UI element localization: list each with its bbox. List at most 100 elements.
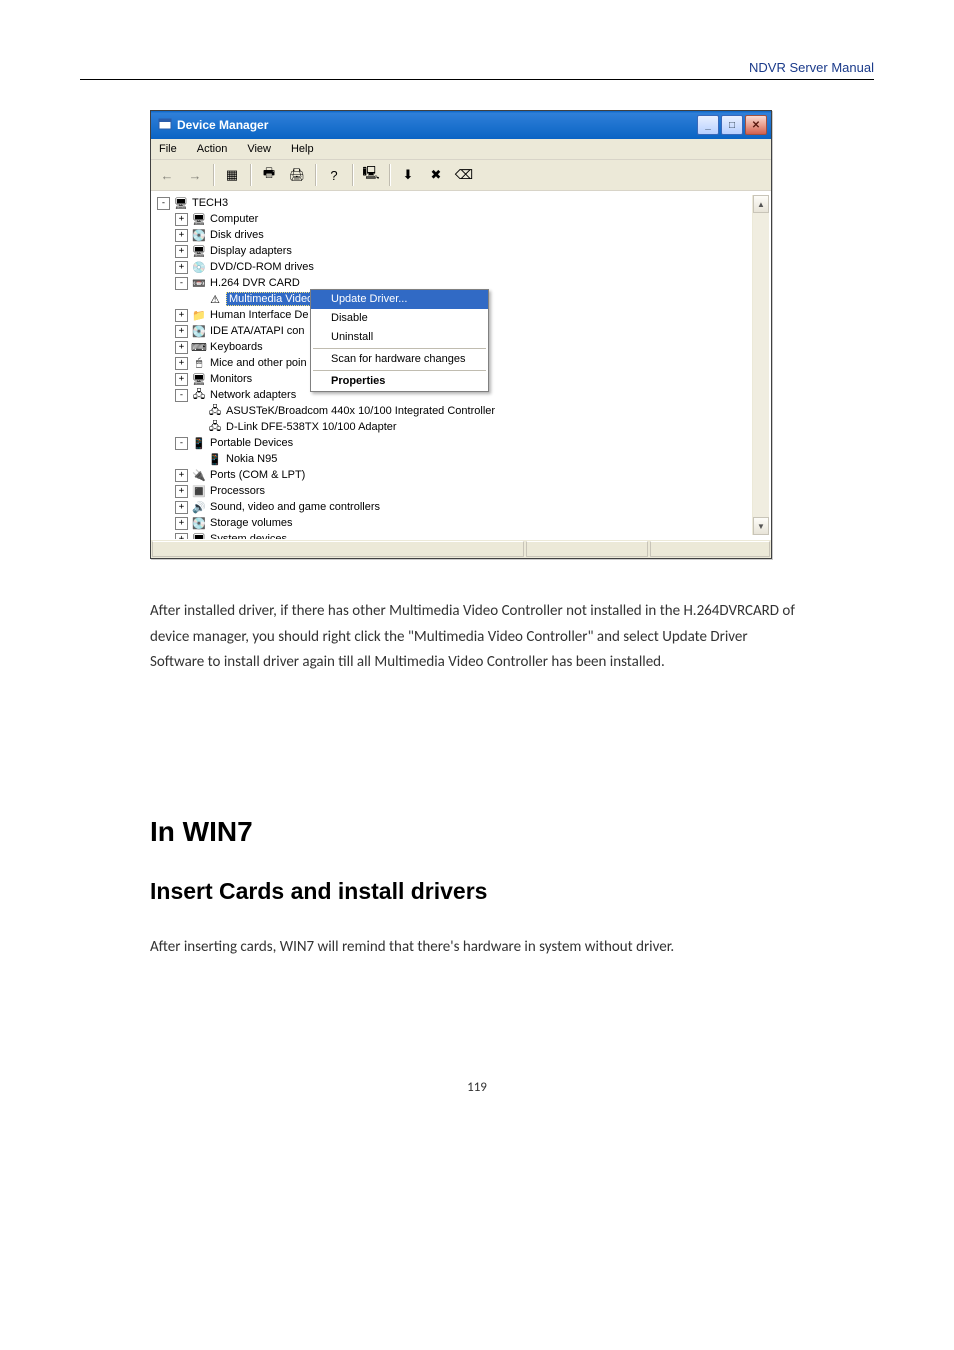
expand-toggle — [193, 454, 204, 465]
help-icon[interactable]: ? — [322, 163, 346, 187]
paragraph-1: After installed driver, if there has oth… — [150, 599, 804, 676]
expand-toggle[interactable]: + — [175, 533, 188, 540]
node-icon: 📁 — [191, 308, 207, 322]
menu-view[interactable]: View — [243, 141, 275, 157]
expand-toggle[interactable]: + — [175, 245, 188, 258]
context-item[interactable]: Uninstall — [311, 328, 488, 347]
node-label: Human Interface De — [210, 309, 308, 321]
expand-toggle — [193, 422, 204, 433]
toolbar: ←→ ▦ 🖶🖨? 🖳 ⬇✖⌫ — [151, 160, 771, 191]
print-icon[interactable]: 🖶 — [257, 163, 281, 187]
expand-toggle[interactable]: + — [175, 309, 188, 322]
device-tree[interactable]: - 🖥 TECH3 +🖥Computer+💽Disk drives+🖥Displ… — [155, 195, 752, 535]
tree-node[interactable]: +🔳Processors — [155, 483, 752, 499]
forward-icon: → — [183, 163, 207, 187]
expand-toggle[interactable]: + — [175, 469, 188, 482]
titlebar[interactable]: Device Manager _ □ ✕ — [151, 111, 771, 139]
context-item[interactable]: Properties — [311, 372, 488, 391]
device-manager-window: Device Manager _ □ ✕ File Action View He… — [150, 110, 772, 559]
context-divider — [313, 348, 486, 349]
tree-node[interactable]: 📱Nokia N95 — [155, 451, 752, 467]
node-label: Sound, video and game controllers — [210, 501, 380, 513]
expand-toggle[interactable]: - — [175, 437, 188, 450]
menu-action[interactable]: Action — [193, 141, 232, 157]
node-icon: 📱 — [207, 452, 223, 466]
print2-icon[interactable]: 🖨 — [285, 163, 309, 187]
tree-node[interactable]: +🖥Computer — [155, 211, 752, 227]
minimize-button[interactable]: _ — [697, 115, 719, 135]
context-item[interactable]: Scan for hardware changes — [311, 350, 488, 369]
statusbar — [151, 539, 771, 558]
node-label: Disk drives — [210, 229, 264, 241]
expand-toggle[interactable]: + — [175, 485, 188, 498]
toolbar-separator — [352, 164, 353, 186]
tree-node[interactable]: +💿DVD/CD-ROM drives — [155, 259, 752, 275]
context-item[interactable]: Disable — [311, 309, 488, 328]
expand-toggle — [193, 406, 204, 417]
expand-toggle[interactable]: + — [175, 213, 188, 226]
node-label: Display adapters — [210, 245, 292, 257]
node-label: Nokia N95 — [226, 453, 277, 465]
node-icon: ⚠ — [207, 292, 223, 306]
expand-toggle[interactable]: - — [175, 389, 188, 402]
node-label: System devices — [210, 533, 287, 539]
expand-toggle[interactable]: + — [175, 261, 188, 274]
scrollbar[interactable]: ▲ ▼ — [752, 195, 769, 535]
node-icon: 🖥 — [191, 212, 207, 226]
tree-node[interactable]: -📱Portable Devices — [155, 435, 752, 451]
paragraph-2: After inserting cards, WIN7 will remind … — [150, 935, 804, 961]
expand-toggle[interactable]: + — [175, 357, 188, 370]
expand-toggle[interactable]: - — [157, 197, 170, 210]
node-icon: 🖥 — [191, 372, 207, 386]
disable-icon[interactable]: ✖ — [424, 163, 448, 187]
expand-toggle[interactable]: + — [175, 229, 188, 242]
root-label: TECH3 — [192, 197, 228, 209]
context-item[interactable]: Update Driver... — [311, 290, 488, 309]
node-icon: 💽 — [191, 324, 207, 338]
node-icon: 💿 — [191, 260, 207, 274]
expand-toggle — [193, 294, 204, 305]
toolbar-separator — [389, 164, 390, 186]
toolbar-separator — [213, 164, 214, 186]
expand-toggle[interactable]: - — [175, 277, 188, 290]
heading-win7: In WIN7 — [150, 816, 804, 848]
node-icon: 🖥 — [191, 532, 207, 539]
scroll-up-icon[interactable]: ▲ — [753, 195, 769, 213]
tree-node[interactable]: +💽Storage volumes — [155, 515, 752, 531]
expand-toggle[interactable]: + — [175, 517, 188, 530]
scan-icon[interactable]: 🖳 — [359, 163, 383, 187]
tree-node[interactable]: 🖧ASUSTeK/Broadcom 440x 10/100 Integrated… — [155, 403, 752, 419]
scroll-down-icon[interactable]: ▼ — [753, 517, 769, 535]
node-label: Mice and other poin — [210, 357, 307, 369]
menu-help[interactable]: Help — [287, 141, 318, 157]
node-label: DVD/CD-ROM drives — [210, 261, 314, 273]
tree-node[interactable]: +🔊Sound, video and game controllers — [155, 499, 752, 515]
tree-node[interactable]: +🖥Display adapters — [155, 243, 752, 259]
toolbar-separator — [250, 164, 251, 186]
node-label: Network adapters — [210, 389, 296, 401]
menu-file[interactable]: File — [155, 141, 181, 157]
node-label: Computer — [210, 213, 258, 225]
back-icon: ← — [155, 163, 179, 187]
node-icon: ⌨ — [191, 340, 207, 354]
node-label: IDE ATA/ATAPI con — [210, 325, 305, 337]
context-menu: Update Driver...DisableUninstall Scan for… — [310, 289, 489, 392]
uninstall-icon[interactable]: ⌫ — [452, 163, 476, 187]
node-label: Processors — [210, 485, 265, 497]
node-label: Keyboards — [210, 341, 263, 353]
expand-toggle[interactable]: + — [175, 341, 188, 354]
close-button[interactable]: ✕ — [745, 115, 767, 135]
properties-icon[interactable]: ▦ — [220, 163, 244, 187]
expand-toggle[interactable]: + — [175, 373, 188, 386]
tree-node[interactable]: +💽Disk drives — [155, 227, 752, 243]
node-label: ASUSTeK/Broadcom 440x 10/100 Integrated … — [226, 405, 495, 417]
page-number: 119 — [80, 1080, 874, 1095]
expand-toggle[interactable]: + — [175, 325, 188, 338]
node-icon: 💽 — [191, 516, 207, 530]
tree-node[interactable]: +🔌Ports (COM & LPT) — [155, 467, 752, 483]
maximize-button[interactable]: □ — [721, 115, 743, 135]
tree-node[interactable]: +🖥System devices — [155, 531, 752, 539]
tree-node[interactable]: 🖧D-Link DFE-538TX 10/100 Adapter — [155, 419, 752, 435]
expand-toggle[interactable]: + — [175, 501, 188, 514]
enable-icon[interactable]: ⬇ — [396, 163, 420, 187]
